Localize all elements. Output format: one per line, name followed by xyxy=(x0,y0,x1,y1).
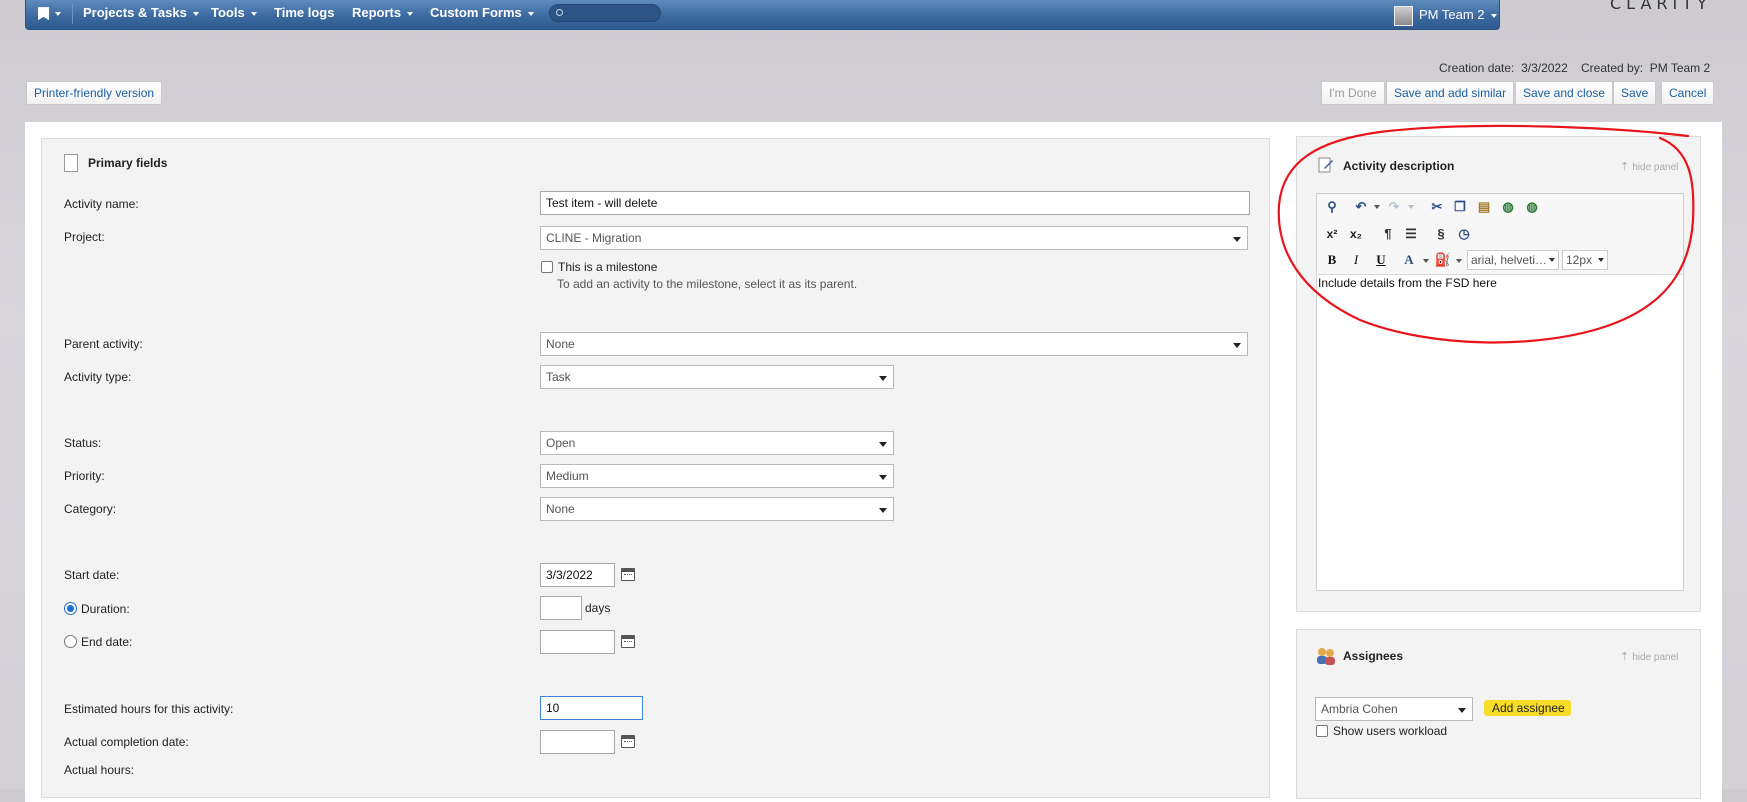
annotation-circle xyxy=(1277,124,1695,344)
